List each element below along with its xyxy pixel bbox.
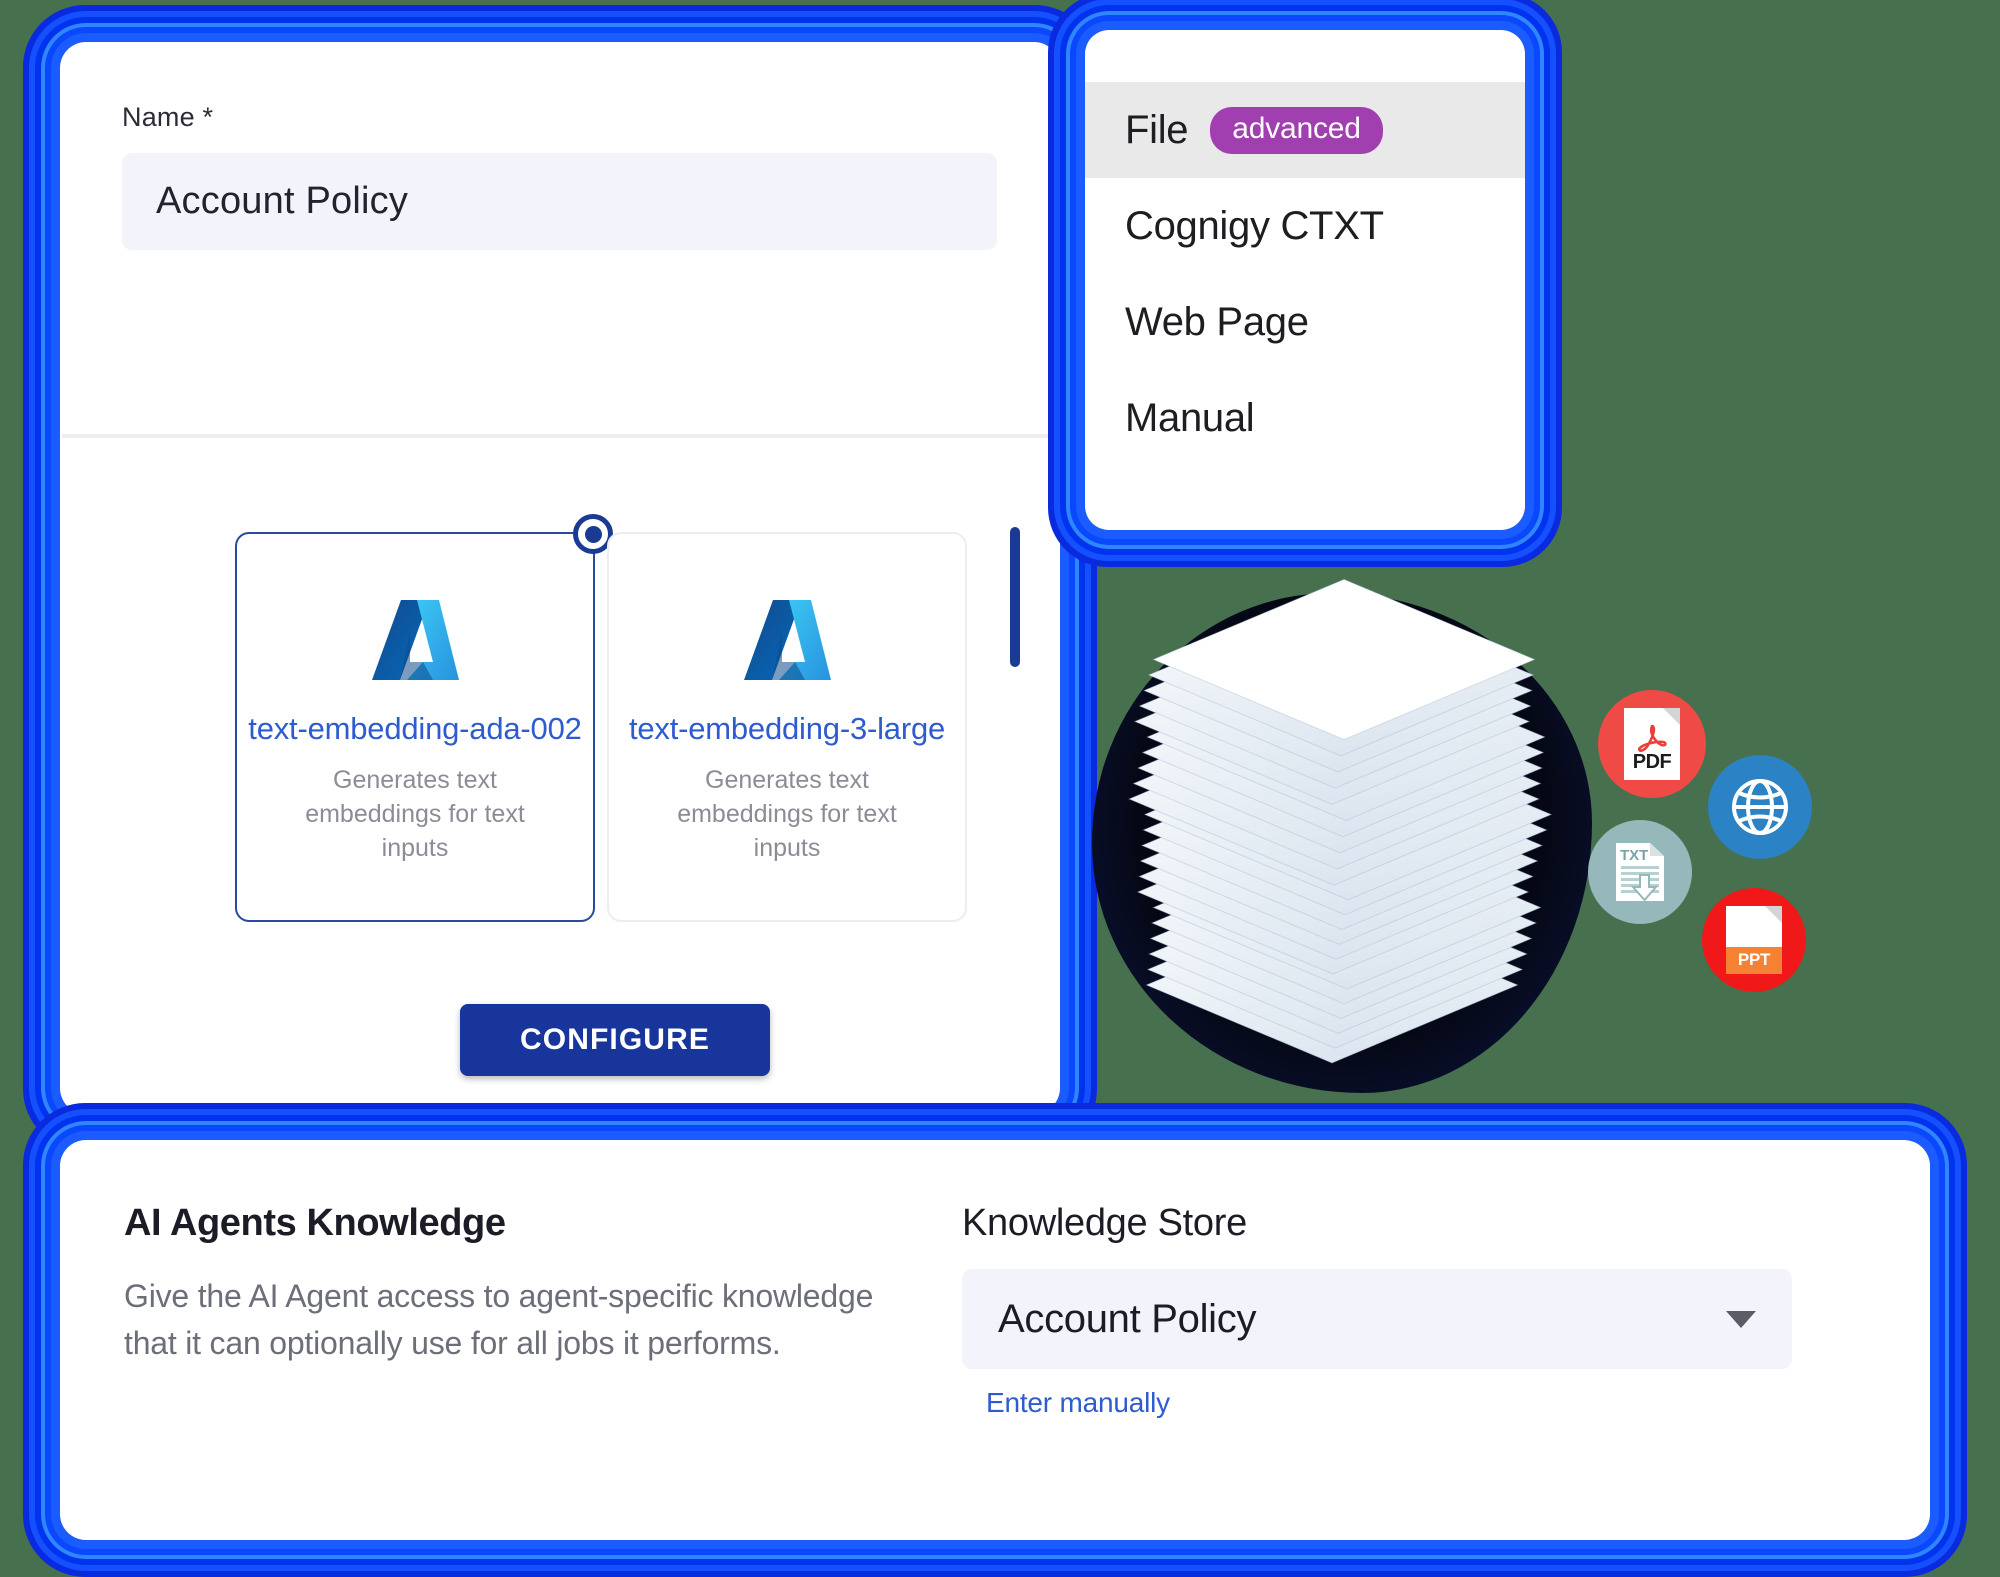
- globe-web-icon: [1708, 755, 1812, 859]
- name-field-label: Name *: [122, 102, 214, 132]
- azure-logo-icon: [372, 600, 459, 680]
- model-title: text-embedding-ada-002: [248, 711, 582, 746]
- screenshot-stage: Name * Account Policy text-embedding-ada…: [0, 0, 2000, 1577]
- model-description: Generates text embeddings for text input…: [677, 766, 897, 862]
- menu-item-web-page[interactable]: Web Page: [1085, 274, 1525, 370]
- knowledge-store-value: Account Policy: [998, 1296, 1257, 1341]
- menu-item-label: Manual: [1125, 395, 1255, 440]
- ai-agents-knowledge-panel: AI Agents Knowledge Give the AI Agent ac…: [60, 1140, 1930, 1540]
- svg-text:TXT: TXT: [1620, 847, 1648, 864]
- knowledge-store-column: Knowledge Store Account Policy Enter man…: [962, 1202, 1792, 1419]
- model-card-3-large[interactable]: text-embedding-3-large Generates text em…: [607, 532, 967, 922]
- menu-item-cognigy-ctxt[interactable]: Cognigy CTXT: [1085, 178, 1525, 274]
- menu-item-label: Web Page: [1125, 299, 1309, 344]
- knowledge-body-text: Give the AI Agent access to agent-specif…: [124, 1278, 874, 1361]
- txt-download-icon: TXT: [1588, 820, 1692, 924]
- menu-item-manual[interactable]: Manual: [1085, 370, 1525, 466]
- globe-glyph-icon: [1732, 779, 1788, 835]
- pdf-label: PDF: [1632, 751, 1672, 773]
- form-divider: [62, 434, 1058, 438]
- embedding-model-card-row: text-embedding-ada-002 Generates text em…: [235, 514, 967, 922]
- enter-manually-link[interactable]: Enter manually: [986, 1387, 1170, 1419]
- ppt-file-icon: PPT: [1702, 888, 1806, 992]
- name-form: Name * Account Policy: [60, 42, 1060, 250]
- source-type-menu: File advanced Cognigy CTXT Web Page Manu…: [1085, 30, 1525, 466]
- source-type-menu-panel: File advanced Cognigy CTXT Web Page Manu…: [1085, 30, 1525, 530]
- chevron-down-icon[interactable]: [1726, 1310, 1756, 1328]
- knowledge-store-select[interactable]: Account Policy: [962, 1269, 1792, 1369]
- acrobat-glyph-icon: [1637, 724, 1667, 752]
- model-card-ada-002[interactable]: text-embedding-ada-002 Generates text em…: [235, 514, 613, 922]
- document-stack-illustration: [1070, 565, 1610, 1125]
- menu-item-label: File: [1125, 107, 1189, 152]
- pdf-sheet: PDF: [1624, 708, 1680, 780]
- knowledge-grid: AI Agents Knowledge Give the AI Agent ac…: [60, 1140, 1930, 1419]
- knowledge-store-form-panel: Name * Account Policy text-embedding-ada…: [60, 42, 1060, 1114]
- model-title: text-embedding-3-large: [628, 711, 946, 746]
- ppt-label: PPT: [1726, 947, 1782, 974]
- model-description: Generates text embeddings for text input…: [305, 766, 525, 862]
- txt-glyph-icon: TXT: [1616, 843, 1664, 902]
- paper-stack-icon: [1127, 578, 1553, 1064]
- pdf-file-icon: PDF: [1598, 690, 1706, 798]
- ppt-sheet: PPT: [1726, 906, 1782, 974]
- knowledge-heading: AI Agents Knowledge: [124, 1202, 506, 1244]
- knowledge-store-label: Knowledge Store: [962, 1202, 1247, 1244]
- knowledge-description-column: AI Agents Knowledge Give the AI Agent ac…: [124, 1202, 884, 1419]
- azure-logo-icon: [744, 600, 831, 680]
- advanced-badge: advanced: [1210, 106, 1383, 154]
- name-input[interactable]: Account Policy: [122, 153, 997, 250]
- model-list-scrollbar[interactable]: [1010, 527, 1020, 667]
- configure-button[interactable]: CONFIGURE: [460, 1004, 770, 1076]
- menu-item-label: Cognigy CTXT: [1125, 203, 1384, 248]
- menu-item-file[interactable]: File advanced: [1085, 82, 1525, 178]
